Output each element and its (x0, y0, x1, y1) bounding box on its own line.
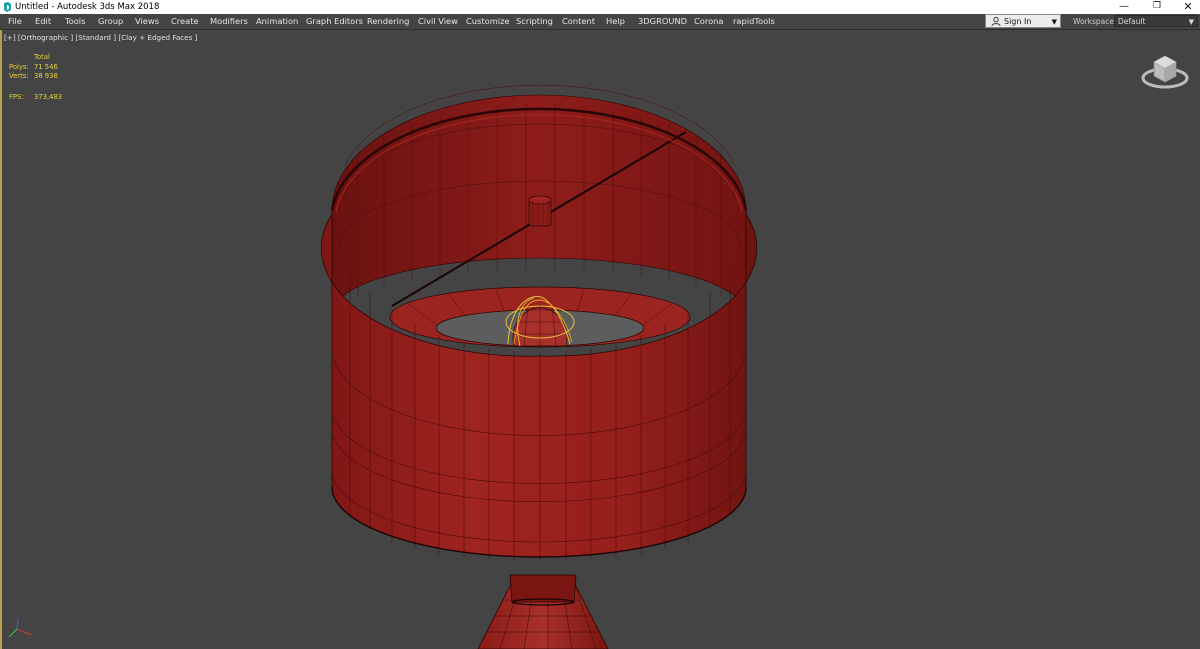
axis-tripod-icon (8, 618, 32, 638)
menu-views[interactable]: Views (135, 14, 159, 29)
window-title: Untitled - Autodesk 3ds Max 2018 (15, 2, 160, 12)
stats-fps-value: 373,483 (34, 93, 63, 101)
menu-civil-view[interactable]: Civil View (418, 14, 458, 29)
lamp-base (477, 574, 609, 649)
menu-scripting[interactable]: Scripting (516, 14, 553, 29)
workspaces-value: Default (1118, 17, 1146, 26)
stats-polys-value: 71 546 (34, 63, 58, 71)
menu-modifiers[interactable]: Modifiers (210, 14, 248, 29)
scene-model-lamp[interactable] (0, 30, 1200, 649)
3dsmax-app-icon (4, 2, 11, 12)
close-button[interactable]: ✕ (1168, 0, 1200, 14)
menu-rapidtools[interactable]: rapidTools (733, 14, 775, 29)
stats-fps-label: FPS: (9, 93, 24, 101)
menu-group[interactable]: Group (98, 14, 123, 29)
menu-3dground[interactable]: 3DGROUND (638, 14, 687, 29)
stats-polys-label: Polys: (9, 63, 29, 71)
workspaces-select[interactable]: Default ▼ (1114, 15, 1198, 27)
menu-file[interactable]: File (8, 14, 22, 29)
menu-tools[interactable]: Tools (65, 14, 85, 29)
stats-verts-label: Verts: (9, 72, 29, 80)
chevron-down-icon: ▼ (1051, 18, 1057, 26)
title-bar: Untitled - Autodesk 3ds Max 2018 — ❐ ✕ (0, 0, 1200, 14)
menu-content[interactable]: Content (562, 14, 595, 29)
menu-edit[interactable]: Edit (35, 14, 51, 29)
menu-animation[interactable]: Animation (256, 14, 298, 29)
menu-corona[interactable]: Corona (694, 14, 724, 29)
menu-rendering[interactable]: Rendering (367, 14, 409, 29)
menu-customize[interactable]: Customize (466, 14, 510, 29)
menu-help[interactable]: Help (606, 14, 625, 29)
stats-header: Total (34, 53, 50, 61)
menu-graph-editors[interactable]: Graph Editors (306, 14, 363, 29)
sign-in-label: Sign In (1004, 17, 1032, 26)
viewport-label-menu[interactable]: [+] [Orthographic ] [Standard ] [Clay + … (4, 33, 197, 43)
sign-in-button[interactable]: Sign In ▼ (985, 14, 1061, 28)
menu-create[interactable]: Create (171, 14, 199, 29)
user-icon (991, 17, 1001, 26)
chevron-down-icon: ▼ (1188, 18, 1194, 26)
viewcube-icon[interactable] (1140, 46, 1190, 90)
stats-verts-value: 38 938 (34, 72, 58, 80)
